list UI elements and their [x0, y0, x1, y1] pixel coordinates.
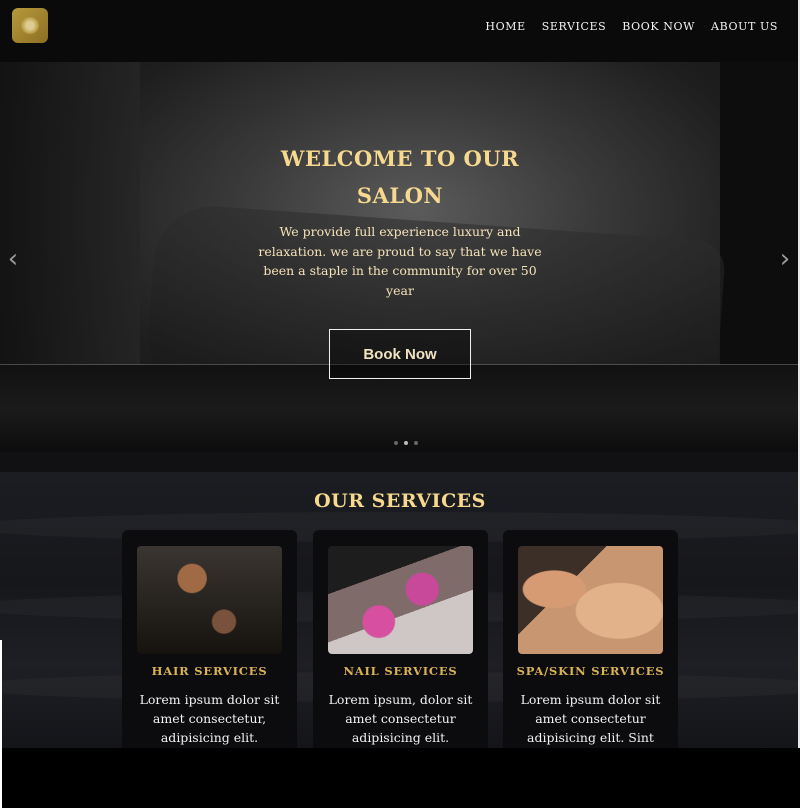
page-edge-left — [0, 640, 2, 808]
service-card-text: Lorem ipsum dolor sit amet consectetur, … — [139, 692, 280, 745]
hero-title: WELCOME TO OUR SALON — [280, 146, 520, 208]
top-navbar: HOME SERVICES BOOK NOW ABOUT US — [0, 0, 800, 62]
carousel-dot-active[interactable] — [404, 441, 408, 445]
spa-service-photo — [518, 546, 663, 654]
service-card-nail[interactable]: NAIL SERVICES Lorem ipsum, dolor sit ame… — [313, 530, 488, 748]
section-divider — [0, 452, 800, 472]
salon-logo[interactable] — [12, 8, 48, 43]
service-card-title: HAIR SERVICES — [151, 664, 268, 678]
logo-emblem-icon — [21, 17, 39, 34]
services-section: OUR SERVICES HAIR SERVICES Lorem ipsum d… — [0, 472, 800, 748]
service-card-text: Lorem ipsum, dolor sit amet consectetur … — [328, 692, 473, 745]
services-heading: OUR SERVICES — [314, 490, 486, 512]
service-card-hair[interactable]: HAIR SERVICES Lorem ipsum dolor sit amet… — [122, 530, 297, 748]
book-now-button[interactable]: Book Now — [329, 329, 471, 379]
carousel-dot[interactable] — [414, 441, 418, 445]
nav-about-us-link[interactable]: ABOUT US — [711, 20, 778, 33]
carousel-next-chevron-right-icon[interactable]: › — [774, 244, 796, 274]
carousel-indicators — [394, 441, 418, 445]
service-card-spa-skin[interactable]: SPA/SKIN SERVICES Lorem ipsum dolor sit … — [503, 530, 678, 748]
service-card-title: SPA/SKIN SERVICES — [516, 664, 665, 678]
nail-service-photo — [328, 546, 473, 654]
bottom-black-band — [0, 748, 800, 808]
service-card-title: NAIL SERVICES — [343, 664, 458, 678]
hero-description: We provide full experience luxury and re… — [258, 224, 542, 298]
service-card-text: Lorem ipsum dolor sit amet consectetur a… — [520, 692, 661, 745]
hair-service-photo — [137, 546, 282, 654]
nav-home-link[interactable]: HOME — [485, 20, 525, 33]
carousel-prev-chevron-left-icon[interactable]: ‹ — [2, 244, 24, 274]
nav-book-now-link[interactable]: BOOK NOW — [622, 20, 695, 33]
main-menu: HOME SERVICES BOOK NOW ABOUT US — [485, 20, 778, 33]
nav-services-link[interactable]: SERVICES — [542, 20, 607, 33]
carousel-dot[interactable] — [394, 441, 398, 445]
